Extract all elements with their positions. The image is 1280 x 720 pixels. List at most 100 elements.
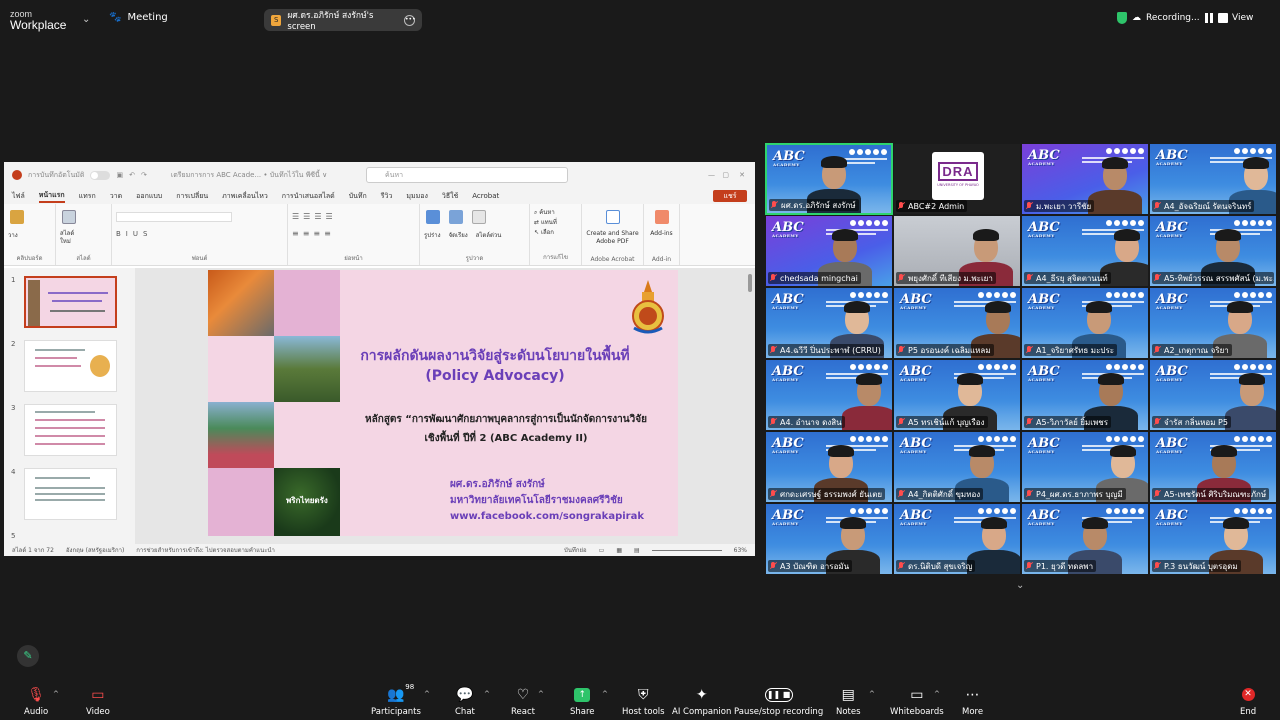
find-button[interactable]: ⌕ ค้นหา xyxy=(534,208,577,218)
quick-styles-icon[interactable] xyxy=(472,210,487,224)
participant-tile[interactable]: ABC ACADEMY A5 ทรเชิน์แก้ บุญเรือง xyxy=(893,359,1021,431)
participant-tile[interactable]: ABC ACADEMY ดร.นิติบดี สุขเจริญ xyxy=(893,503,1021,575)
replace-button[interactable]: ⇄ แทนที่ xyxy=(534,218,577,228)
host-tools-button[interactable]: ⛨ Host tools xyxy=(622,685,665,718)
participant-tile[interactable]: ABC ACADEMY A3 บัณฑิต อารอมัน xyxy=(765,503,893,575)
paragraph-list-icons[interactable]: ☰☰☰☰ xyxy=(292,212,415,221)
annotate-pencil-icon[interactable]: ✎ xyxy=(17,645,39,667)
meeting-button[interactable]: 🐾 Meeting xyxy=(109,12,168,23)
ppt-share-button[interactable]: แชร์ xyxy=(713,190,747,202)
slide-thumbnail-1[interactable] xyxy=(24,276,117,328)
participant-tile[interactable]: ABC ACADEMY A4. อำนาจ ดงสิน xyxy=(765,359,893,431)
more-button[interactable]: ⋯ More xyxy=(962,685,983,718)
participants-button[interactable]: 👥 98 Participants xyxy=(371,683,421,717)
participant-tile[interactable]: ABC ACADEMY จำรัส กลิ่นหอม P5 xyxy=(1149,359,1277,431)
share-caret-icon[interactable]: ^ xyxy=(602,690,608,698)
video-button[interactable]: ▭ Video xyxy=(86,685,110,718)
reading-view-icon[interactable]: ▤ xyxy=(634,547,640,554)
redo-icon[interactable]: ↷ xyxy=(141,171,147,179)
language-label[interactable]: อังกฤษ (สหรัฐอเมริกา) xyxy=(66,545,124,555)
slide-thumbnail-3[interactable] xyxy=(24,404,117,456)
pause-recording-icon[interactable] xyxy=(1204,13,1213,23)
participant-tile[interactable]: ABC ACADEMY A1_จริยาศรัทธ มะประ xyxy=(1021,287,1149,359)
menu-file[interactable]: ไฟล์ xyxy=(12,191,25,202)
accessibility-label[interactable]: การช่วยสำหรับการเข้าถึง: ไปตรวจสอบตามคำแ… xyxy=(136,545,275,555)
adobe-pdf-icon[interactable] xyxy=(605,210,620,224)
ppt-search-input[interactable]: ค้นหา xyxy=(366,167,568,183)
autosave-toggle[interactable] xyxy=(90,170,111,180)
undo-icon[interactable]: ↶ xyxy=(129,171,135,179)
minimize-icon[interactable]: — xyxy=(708,171,715,179)
menu-view[interactable]: มุมมอง xyxy=(406,191,427,202)
chat-caret-icon[interactable]: ^ xyxy=(484,690,490,698)
participant-tile[interactable]: ABC ACADEMY ศกดะเศรษฐ์ ธรรมพงศ์ ยันเตย xyxy=(765,431,893,503)
save-icon[interactable]: ▣ xyxy=(116,171,123,179)
participants-caret-icon[interactable]: ^ xyxy=(424,690,430,698)
react-caret-icon[interactable]: ^ xyxy=(538,690,544,698)
menu-help[interactable]: วิธีใช้ xyxy=(442,191,458,202)
font-name-select[interactable] xyxy=(116,212,232,222)
participant-tile[interactable]: ABC ACADEMY P5 อรอนงค์ เฉลิมแหลม xyxy=(893,287,1021,359)
more-options-icon[interactable]: ••• xyxy=(404,14,416,26)
chat-button[interactable]: 💬 Chat xyxy=(455,685,475,718)
arrange-icon[interactable] xyxy=(449,210,464,224)
notes-caret-icon[interactable]: ^ xyxy=(869,690,875,698)
participant-tile[interactable]: DRA UNIVERSITY OF PHAYAO ABC#2 Admin xyxy=(893,143,1021,215)
addins-icon[interactable] xyxy=(654,210,669,224)
zoom-slider[interactable] xyxy=(651,549,722,551)
menu-design[interactable]: ออกแบบ xyxy=(136,191,162,202)
share-button[interactable]: ↑ Share xyxy=(570,685,595,717)
slide-thumbnail-2[interactable] xyxy=(24,340,117,392)
slide-thumbnail-4[interactable] xyxy=(24,468,117,520)
menu-transitions[interactable]: การเปลี่ยน xyxy=(176,191,208,202)
participant-tile[interactable]: ABC ACADEMY A4_ธีรยุ สุจิตตานนท์ xyxy=(1021,215,1149,287)
chevron-down-icon[interactable]: ⌄ xyxy=(82,14,90,25)
view-button[interactable]: View xyxy=(1232,13,1253,23)
audio-caret-icon[interactable]: ^ xyxy=(53,690,59,698)
addins-label[interactable]: Add-ins xyxy=(648,230,675,237)
new-slide-icon[interactable] xyxy=(62,210,76,224)
notes-button[interactable]: ▤ Notes xyxy=(836,685,861,718)
zoom-brand[interactable]: zoom Workplace xyxy=(10,9,66,31)
participant-tile[interactable]: พยุงศักดิ์ ทีเสียง ม.พะเยา xyxy=(893,215,1021,287)
participant-tile[interactable]: ABC ACADEMY A4_กิตติศักดิ์ ขุมทอง xyxy=(893,431,1021,503)
menu-slideshow[interactable]: การนำเสนอสไลด์ xyxy=(282,191,335,202)
adobe-pdf-label[interactable]: Create and Share Adobe PDF xyxy=(586,230,639,246)
participant-tile[interactable]: ABC ACADEMY A2_เกตุกาณ จริยา xyxy=(1149,287,1277,359)
shapes-icon[interactable] xyxy=(426,210,440,224)
menu-insert[interactable]: แทรก xyxy=(79,191,96,202)
menu-record[interactable]: บันทึก xyxy=(349,191,367,202)
participant-tile[interactable]: ABC ACADEMY A4_อัจฉริยณ์ รัตนจรินทร์ xyxy=(1149,143,1277,215)
react-button[interactable]: ♡ React xyxy=(511,685,535,718)
menu-animations[interactable]: ภาพเคลื่อนไหว xyxy=(222,191,268,202)
end-button[interactable]: ✕ End xyxy=(1240,685,1256,717)
menu-draw[interactable]: วาด xyxy=(110,191,122,202)
restore-icon[interactable]: ▢ xyxy=(722,171,729,179)
paragraph-align-icons[interactable]: ≡≡≡≡ xyxy=(292,229,415,238)
participant-tile[interactable]: ABC ACADEMY A5-เพชรัตน์ ศิริบริมณฑะภักษ์ xyxy=(1149,431,1277,503)
participant-tile[interactable]: ABC ACADEMY ม.พะเยา วารีชัย xyxy=(1021,143,1149,215)
paste-icon[interactable] xyxy=(10,210,24,224)
close-icon[interactable]: ✕ xyxy=(739,171,745,179)
participant-tile[interactable]: ABC ACADEMY A5-ทิพย์วรรณ สรรพศัสน์ (ม.พะ..… xyxy=(1149,215,1277,287)
menu-home[interactable]: หน้าแรก xyxy=(38,190,65,203)
audio-button[interactable]: 🎙 Audio xyxy=(24,685,48,718)
participant-tile[interactable]: ABC ACADEMY A4.ฉวีวี ปิ่นประพาฬ (CRRU) xyxy=(765,287,893,359)
participant-tile[interactable]: ABC ACADEMY P1. ยุวดี ทดลพา xyxy=(1021,503,1149,575)
menu-review[interactable]: รีวิว xyxy=(381,191,393,202)
current-slide[interactable]: พริกไทยตรัง การผลักดันผลงานวิจัยสู่ระดับ… xyxy=(208,270,678,536)
select-button[interactable]: ↖ เลือก xyxy=(534,228,577,238)
participant-tile[interactable]: ABC ACADEMY P4_ผศ.ดร.ธาภาพร บุญมี xyxy=(1021,431,1149,503)
pause-recording-button[interactable]: ❚❚ ■ Pause/stop recording xyxy=(734,685,823,717)
participant-tile[interactable]: ABC ACADEMY A5-วิภาวัลย์ ยิ้มเพชร xyxy=(1021,359,1149,431)
sorter-view-icon[interactable]: ▦ xyxy=(616,547,622,554)
notes-button[interactable]: บันทึกย่อ xyxy=(564,545,587,555)
participant-tile[interactable]: ABC ACADEMY chedsada mingchai xyxy=(765,215,893,287)
slide-scrollbar[interactable] xyxy=(747,274,753,534)
menu-acrobat[interactable]: Acrobat xyxy=(472,192,499,200)
participant-tile[interactable]: ABC ACADEMY ผศ.ดร.อภิรักษ์ สงรักษ์ xyxy=(765,143,893,215)
chevron-down-icon[interactable]: ⌄ xyxy=(1016,580,1024,591)
screen-share-indicator[interactable]: S ผศ.ดร.อภิรักษ์ สงรักษ์'s screen ••• xyxy=(264,9,422,32)
normal-view-icon[interactable]: ▭ xyxy=(599,547,605,554)
participant-tile[interactable]: ABC ACADEMY P.3 ธนวัฒน์ บุตรอุดม xyxy=(1149,503,1277,575)
